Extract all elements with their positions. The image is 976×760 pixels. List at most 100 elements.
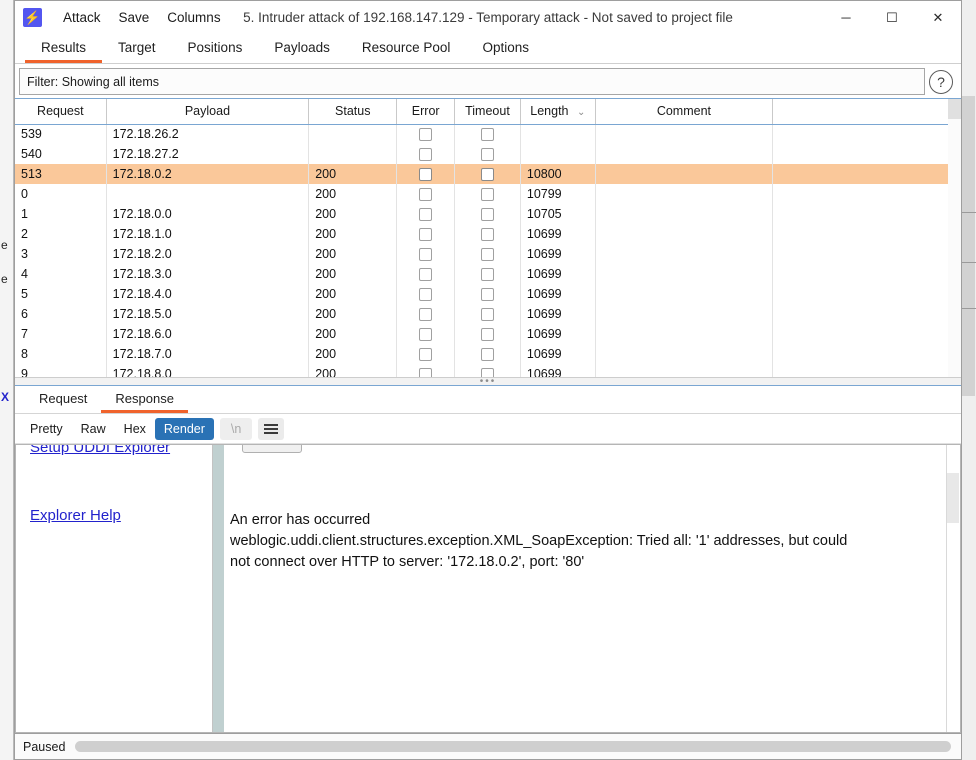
tab-results[interactable]: Results: [25, 34, 103, 63]
results-table-scrollbar-thumb[interactable]: [948, 99, 961, 119]
checkbox-icon[interactable]: [419, 227, 433, 241]
tab-resource-pool[interactable]: Resource Pool: [346, 34, 467, 63]
tab-response[interactable]: Response: [101, 386, 188, 413]
cell-timeout-checkbox[interactable]: [454, 284, 521, 304]
view-raw-button[interactable]: Raw: [72, 418, 115, 440]
table-row[interactable]: 3 172.18.2.0 200 10699: [15, 244, 961, 264]
tab-payloads[interactable]: Payloads: [258, 34, 346, 63]
cell-timeout-checkbox[interactable]: [454, 324, 521, 344]
cell-timeout-checkbox[interactable]: [454, 124, 521, 144]
table-row[interactable]: 0 200 10799: [15, 184, 961, 204]
tab-request[interactable]: Request: [25, 386, 101, 413]
background-window-scrollbar-thumb[interactable]: [962, 96, 975, 396]
checkbox-icon[interactable]: [419, 147, 433, 161]
table-row[interactable]: 7 172.18.6.0 200 10699: [15, 324, 961, 344]
checkbox-icon[interactable]: [480, 307, 494, 321]
column-header-comment[interactable]: Comment: [595, 99, 774, 125]
checkbox-icon[interactable]: [480, 127, 494, 141]
background-window-scrollbar[interactable]: [961, 0, 976, 760]
checkbox-icon[interactable]: [480, 347, 494, 361]
checkbox-icon[interactable]: [480, 167, 494, 181]
cell-timeout-checkbox[interactable]: [454, 244, 521, 264]
checkbox-icon[interactable]: [419, 167, 433, 181]
column-header-error[interactable]: Error: [396, 99, 456, 125]
table-row[interactable]: 540 172.18.27.2: [15, 144, 961, 164]
view-render-button[interactable]: Render: [154, 417, 214, 440]
checkbox-icon[interactable]: [419, 207, 433, 221]
rendered-page-button[interactable]: [242, 445, 302, 453]
menu-columns[interactable]: Columns: [158, 6, 229, 29]
results-table-scrollbar[interactable]: [948, 99, 961, 385]
checkbox-icon[interactable]: [419, 347, 433, 361]
cell-timeout-checkbox[interactable]: [454, 204, 521, 224]
view-pretty-button[interactable]: Pretty: [21, 418, 72, 440]
column-header-length[interactable]: Length ⌄: [520, 99, 596, 125]
cell-error-checkbox[interactable]: [396, 284, 456, 304]
cell-error-checkbox[interactable]: [396, 184, 456, 204]
table-row[interactable]: 8 172.18.7.0 200 10699: [15, 344, 961, 364]
cell-error-checkbox[interactable]: [396, 344, 456, 364]
checkbox-icon[interactable]: [480, 327, 494, 341]
cell-timeout-checkbox[interactable]: [454, 164, 521, 184]
table-row[interactable]: 513 172.18.0.2 200 10800: [15, 164, 961, 184]
rendered-response-scrollbar[interactable]: [946, 445, 960, 732]
checkbox-icon[interactable]: [480, 187, 494, 201]
newline-toggle-button[interactable]: \n: [219, 417, 253, 440]
cell-error-checkbox[interactable]: [396, 204, 456, 224]
column-header-status[interactable]: Status: [308, 99, 398, 125]
cell-error-checkbox[interactable]: [396, 224, 456, 244]
cell-error-checkbox[interactable]: [396, 124, 456, 144]
checkbox-icon[interactable]: [480, 227, 494, 241]
cell-timeout-checkbox[interactable]: [454, 144, 521, 164]
tab-positions[interactable]: Positions: [172, 34, 259, 63]
panel-resize-grip[interactable]: •••: [15, 376, 961, 385]
cell-error-checkbox[interactable]: [396, 324, 456, 344]
maximize-button[interactable]: ☐: [869, 1, 915, 34]
cell-error-checkbox[interactable]: [396, 244, 456, 264]
minimize-button[interactable]: ─: [823, 1, 869, 34]
checkbox-icon[interactable]: [480, 247, 494, 261]
checkbox-icon[interactable]: [480, 267, 494, 281]
link-setup-uddi-explorer[interactable]: Setup UDDI Explorer: [30, 445, 170, 456]
checkbox-icon[interactable]: [419, 327, 433, 341]
menu-save[interactable]: Save: [110, 6, 159, 29]
close-button[interactable]: ✕: [915, 1, 961, 34]
cell-error-checkbox[interactable]: [396, 144, 456, 164]
hamburger-icon[interactable]: [258, 417, 285, 440]
checkbox-icon[interactable]: [480, 147, 494, 161]
table-row[interactable]: 5 172.18.4.0 200 10699: [15, 284, 961, 304]
cell-timeout-checkbox[interactable]: [454, 344, 521, 364]
view-hex-button[interactable]: Hex: [115, 418, 155, 440]
cell-timeout-checkbox[interactable]: [454, 224, 521, 244]
help-icon[interactable]: ?: [929, 69, 953, 94]
cell-error-checkbox[interactable]: [396, 304, 456, 324]
checkbox-icon[interactable]: [419, 127, 433, 141]
cell-error-checkbox[interactable]: [396, 164, 456, 184]
menu-attack[interactable]: Attack: [54, 6, 110, 29]
tab-target[interactable]: Target: [102, 34, 172, 63]
checkbox-icon[interactable]: [419, 187, 433, 201]
table-row[interactable]: 4 172.18.3.0 200 10699: [15, 264, 961, 284]
tab-options[interactable]: Options: [466, 34, 545, 63]
checkbox-icon[interactable]: [419, 247, 433, 261]
lightning-bolt-glyph: ⚡: [24, 10, 41, 25]
checkbox-icon[interactable]: [480, 207, 494, 221]
filter-bar[interactable]: Filter: Showing all items: [19, 68, 925, 95]
table-row[interactable]: 539 172.18.26.2: [15, 124, 961, 144]
link-explorer-help[interactable]: Explorer Help: [30, 507, 121, 524]
checkbox-icon[interactable]: [419, 287, 433, 301]
table-row[interactable]: 1 172.18.0.0 200 10705: [15, 204, 961, 224]
checkbox-icon[interactable]: [419, 267, 433, 281]
cell-timeout-checkbox[interactable]: [454, 184, 521, 204]
column-header-request[interactable]: Request: [15, 99, 107, 125]
table-row[interactable]: 6 172.18.5.0 200 10699: [15, 304, 961, 324]
cell-error-checkbox[interactable]: [396, 264, 456, 284]
column-header-payload[interactable]: Payload: [106, 99, 310, 125]
cell-timeout-checkbox[interactable]: [454, 264, 521, 284]
checkbox-icon[interactable]: [419, 307, 433, 321]
rendered-response-scrollbar-thumb[interactable]: [947, 473, 959, 523]
cell-timeout-checkbox[interactable]: [454, 304, 521, 324]
table-row[interactable]: 2 172.18.1.0 200 10699: [15, 224, 961, 244]
checkbox-icon[interactable]: [480, 287, 494, 301]
column-header-timeout[interactable]: Timeout: [454, 99, 521, 125]
